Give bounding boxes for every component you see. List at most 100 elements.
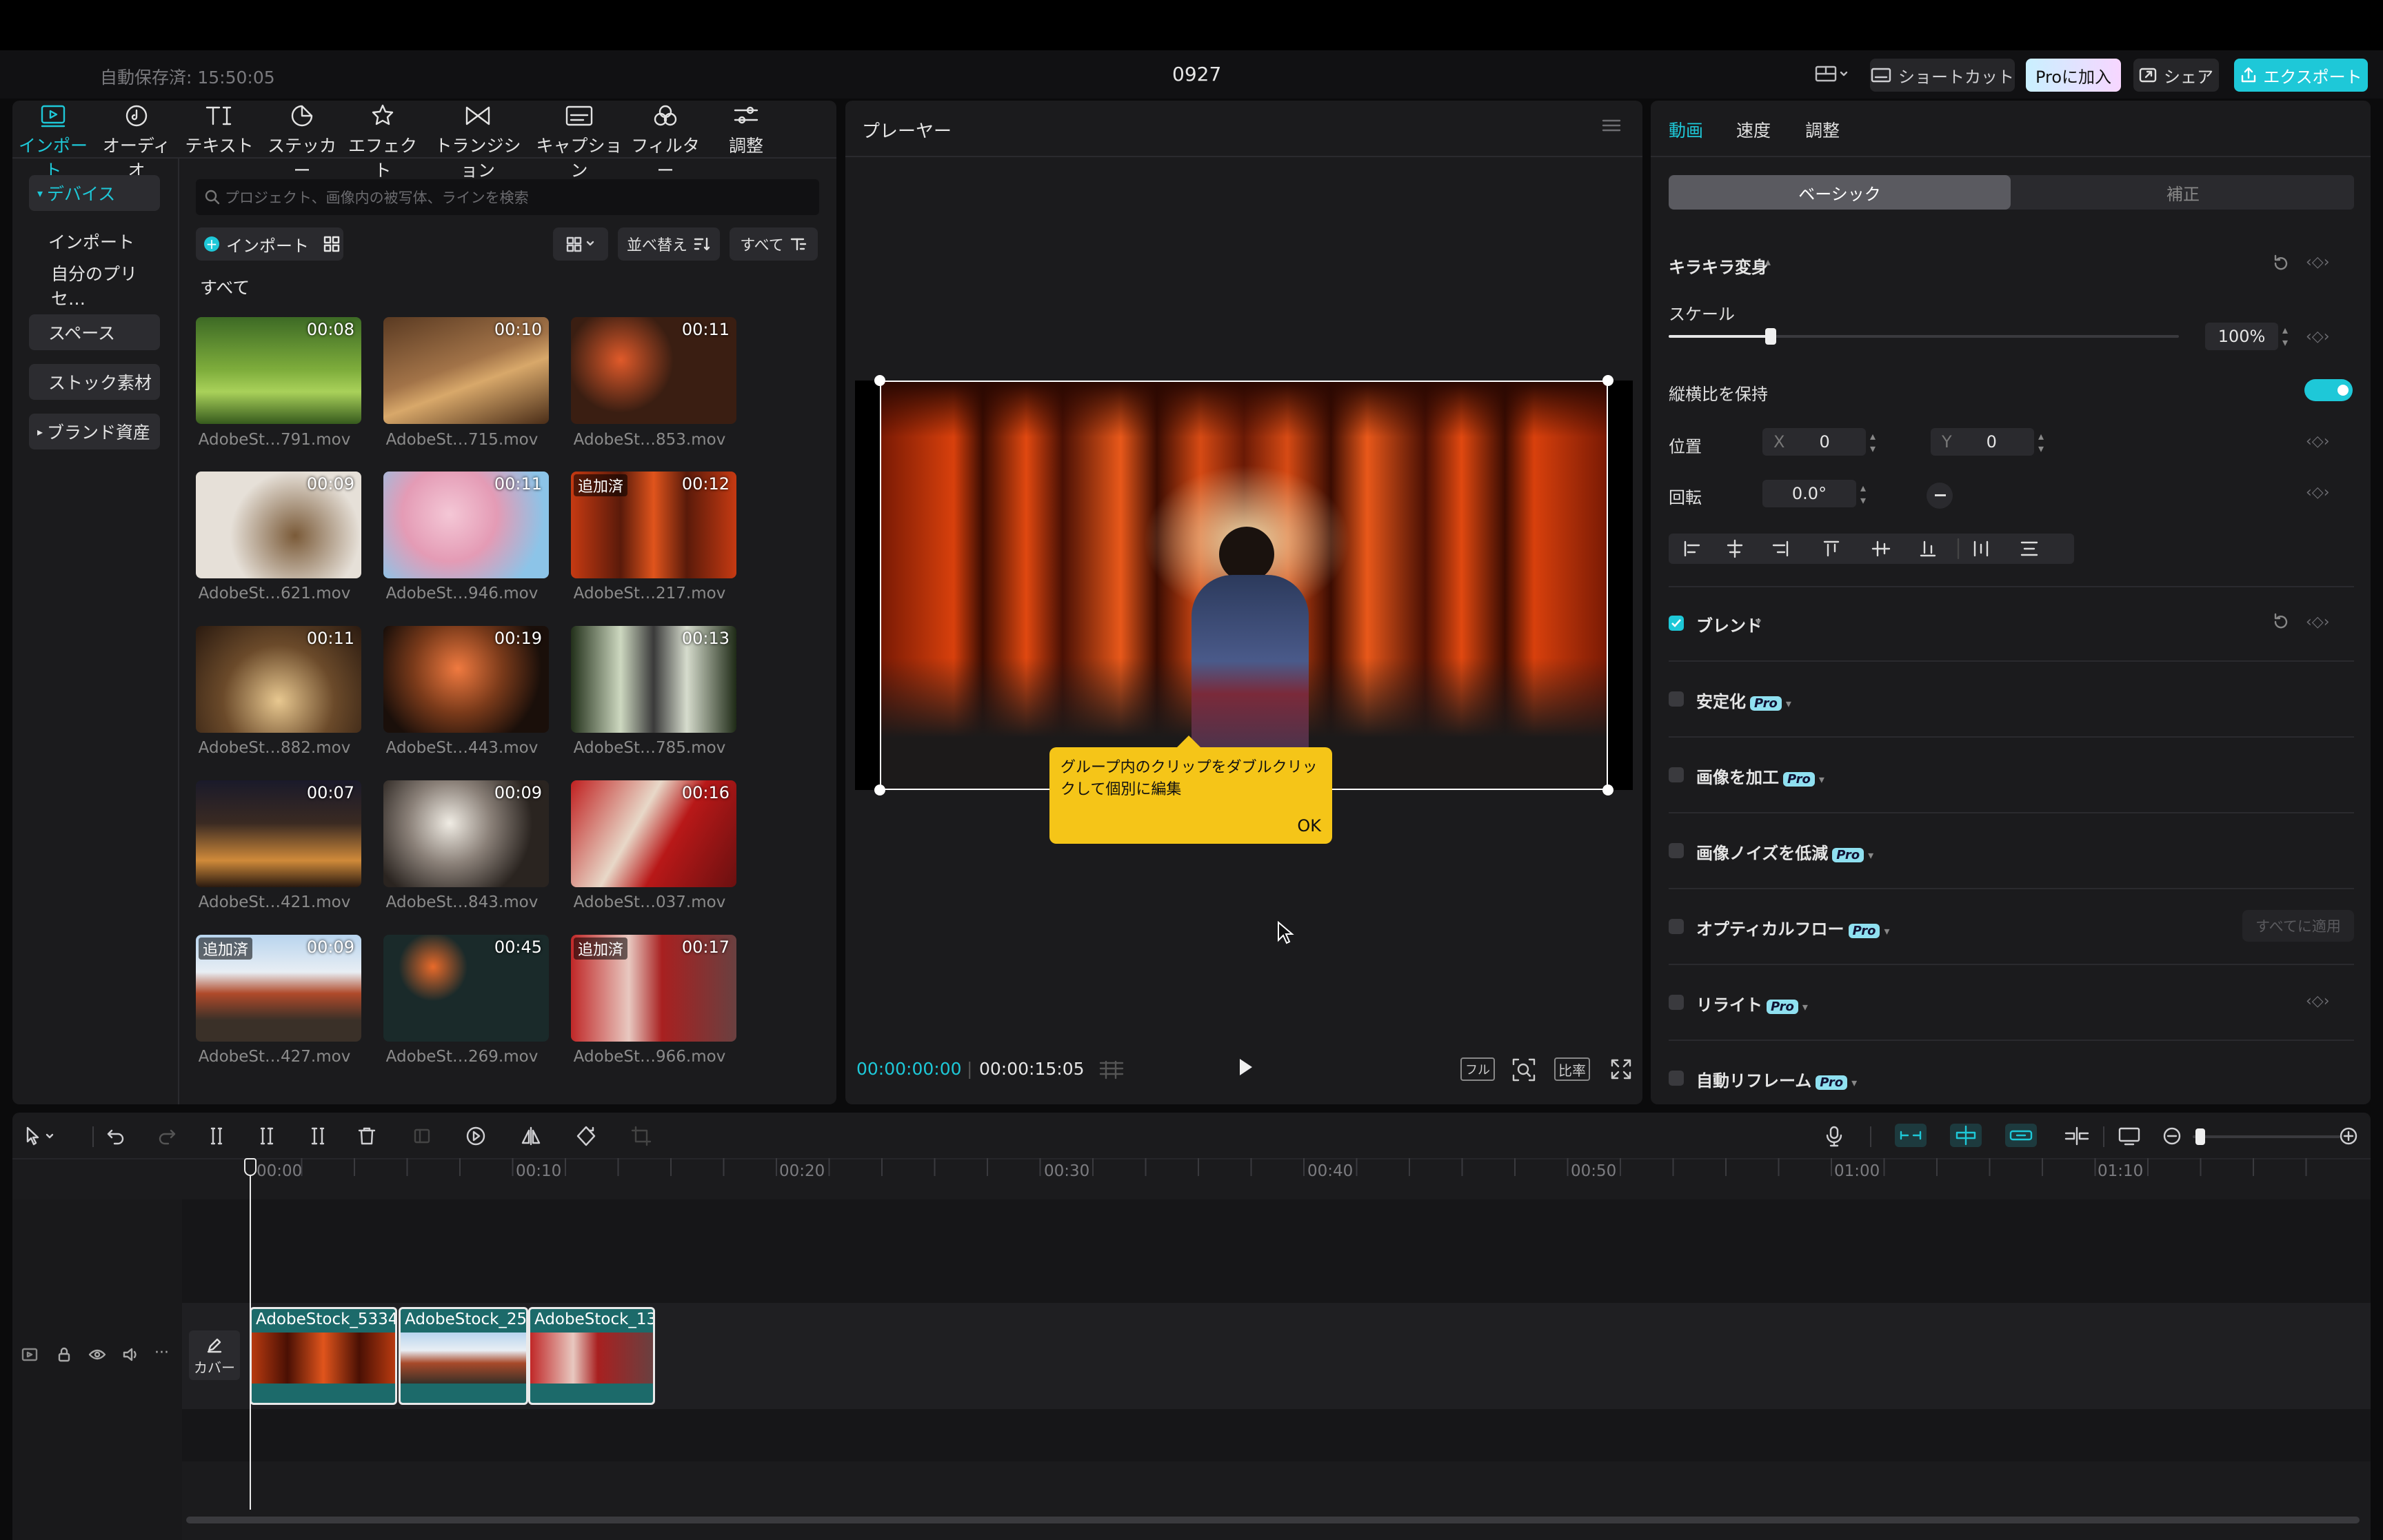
reset-icon[interactable]	[2271, 254, 2291, 276]
enhance-checkbox[interactable]	[1669, 767, 1684, 782]
media-thumbnail[interactable]: 00:09	[383, 780, 549, 887]
view-mode-button[interactable]	[553, 227, 608, 261]
media-thumbnail[interactable]: 00:07	[196, 780, 361, 887]
x-stepper-icon[interactable]: ▴ ▾	[1870, 430, 1876, 455]
scale-slider-knob[interactable]	[1765, 328, 1776, 345]
filter-all-button[interactable]: すべて	[730, 227, 818, 261]
undo-icon[interactable]	[105, 1125, 127, 1150]
zoom-slider-knob[interactable]	[2195, 1128, 2205, 1145]
tab-import[interactable]: インポート	[12, 103, 94, 182]
denoise-checkbox[interactable]	[1669, 843, 1684, 858]
redo-icon[interactable]	[156, 1125, 178, 1150]
scale-stepper-icon[interactable]: ▴ ▾	[2282, 324, 2288, 349]
subtab-basic[interactable]: ベーシック	[1669, 175, 2011, 210]
speaker-icon[interactable]	[121, 1346, 139, 1366]
split-right-icon[interactable]	[306, 1125, 328, 1150]
media-thumbnail[interactable]: 00:09	[196, 472, 361, 578]
blend-checkbox[interactable]	[1669, 616, 1684, 631]
tab-audio[interactable]: オーディオ	[95, 103, 178, 182]
tab-adjustments[interactable]: 調整	[1805, 117, 1840, 142]
rotation-stepper-icon[interactable]: ▴ ▾	[1860, 482, 1866, 507]
keyframe-nav-icon[interactable]: ‹◇›	[2306, 433, 2330, 450]
tooltip-ok-button[interactable]: OK	[1297, 816, 1321, 835]
fullscreen-icon[interactable]	[1609, 1057, 1633, 1084]
expand-caret-icon[interactable]: ▾	[1756, 615, 1761, 628]
playhead[interactable]	[250, 1158, 251, 1510]
collapse-caret-icon[interactable]: ▴	[1765, 255, 1771, 268]
layout-icon[interactable]	[1815, 64, 1848, 88]
sidebar-item-space[interactable]: スペース	[29, 314, 160, 350]
full-quality-button[interactable]: フル	[1460, 1057, 1495, 1081]
select-tool-icon[interactable]	[23, 1125, 57, 1150]
tab-text[interactable]: テキスト	[178, 103, 261, 157]
timeline-clip[interactable]: AdobeStock_533483	[250, 1307, 397, 1405]
position-y-field[interactable]: Y 0	[1931, 428, 2034, 456]
resize-handle[interactable]	[874, 784, 885, 796]
video-preview[interactable]	[880, 381, 1608, 790]
auto-reframe-checkbox[interactable]	[1669, 1071, 1684, 1086]
thumbnail-toggle-icon[interactable]	[2117, 1125, 2142, 1150]
sidebar-item-stock[interactable]: ストック素材	[29, 364, 160, 400]
media-thumbnail[interactable]: 00:11	[196, 626, 361, 733]
zoom-in-icon[interactable]	[2337, 1125, 2360, 1150]
sidebar-item-device[interactable]: ▾ デバイス	[29, 175, 160, 211]
timeline-clip[interactable]: AdobeStock_13	[528, 1307, 655, 1405]
search-input[interactable]: プロジェクト、画像内の被写体、ラインを検索	[196, 179, 819, 215]
tab-video[interactable]: 動画	[1669, 117, 1703, 142]
split-left-icon[interactable]	[257, 1125, 279, 1150]
menu-icon[interactable]	[1601, 117, 1622, 136]
eye-icon[interactable]	[88, 1346, 106, 1366]
scale-slider[interactable]	[1669, 328, 2179, 345]
keyframe-nav-icon[interactable]: ‹◇›	[2306, 614, 2330, 631]
pro-button[interactable]: Proに加入	[2026, 59, 2121, 92]
preview-axis-icon[interactable]	[2063, 1125, 2091, 1150]
apply-all-button[interactable]: すべてに適用	[2242, 910, 2354, 942]
stabilize-checkbox[interactable]	[1669, 691, 1684, 707]
scale-value-field[interactable]: 100%	[2205, 323, 2278, 350]
sort-button[interactable]: 並べ替え	[618, 227, 720, 261]
resize-handle[interactable]	[1602, 375, 1613, 386]
media-thumbnail[interactable]: 00:11	[383, 472, 549, 578]
media-thumbnail[interactable]: 00:08	[196, 317, 361, 424]
media-thumbnail[interactable]: 00:10	[383, 317, 549, 424]
sidebar-item-presets[interactable]: 自分のプリセ…	[29, 264, 160, 309]
timeline-clip[interactable]: AdobeStock_252	[399, 1307, 528, 1405]
auto-snap-icon[interactable]	[1950, 1124, 1982, 1147]
zoom-slider[interactable]	[2193, 1128, 2340, 1145]
link-icon[interactable]	[2005, 1124, 2037, 1147]
optical-flow-checkbox[interactable]	[1669, 919, 1684, 934]
keyframe-nav-icon[interactable]: ‹◇›	[2306, 484, 2330, 501]
timeline-grid-icon[interactable]	[1098, 1059, 1125, 1084]
mirror-icon[interactable]	[520, 1125, 542, 1150]
rotation-dial[interactable]	[1927, 483, 1953, 509]
media-thumbnail[interactable]: 00:19	[383, 626, 549, 733]
track-visibility-icon[interactable]	[21, 1346, 39, 1366]
rotate-icon[interactable]	[575, 1125, 597, 1150]
reset-icon[interactable]	[2271, 612, 2291, 634]
media-thumbnail[interactable]: 00:16	[571, 780, 736, 887]
resize-handle[interactable]	[874, 375, 885, 386]
lock-icon[interactable]	[55, 1346, 73, 1366]
keyframe-nav-icon[interactable]: ‹◇›	[2306, 993, 2330, 1010]
microphone-icon[interactable]	[1823, 1125, 1845, 1150]
media-thumbnail[interactable]: 追加済 00:12	[571, 472, 736, 578]
media-thumbnail[interactable]: 00:45	[383, 935, 549, 1042]
more-icon[interactable]: ···	[154, 1344, 169, 1361]
split-icon[interactable]	[205, 1125, 228, 1150]
media-thumbnail[interactable]: 追加済 00:09	[196, 935, 361, 1042]
freeze-icon[interactable]	[411, 1125, 433, 1150]
media-thumbnail[interactable]: 追加済 00:17	[571, 935, 736, 1042]
tab-sticker[interactable]: ステッカー	[261, 103, 343, 182]
crop-icon[interactable]	[630, 1125, 652, 1150]
playhead-handle[interactable]	[244, 1158, 257, 1176]
tab-speed[interactable]: 速度	[1736, 117, 1771, 142]
media-thumbnail[interactable]: 00:11	[571, 317, 736, 424]
play-button[interactable]	[1236, 1056, 1255, 1081]
main-track-magnet-icon[interactable]	[1895, 1124, 1927, 1147]
relight-checkbox[interactable]	[1669, 995, 1684, 1010]
position-x-field[interactable]: X 0	[1762, 428, 1866, 456]
cover-button[interactable]: カバー	[189, 1330, 240, 1380]
keyframe-nav-icon[interactable]: ‹◇›	[2306, 254, 2330, 271]
delete-icon[interactable]	[356, 1125, 378, 1150]
export-button[interactable]: エクスポート	[2234, 59, 2368, 92]
